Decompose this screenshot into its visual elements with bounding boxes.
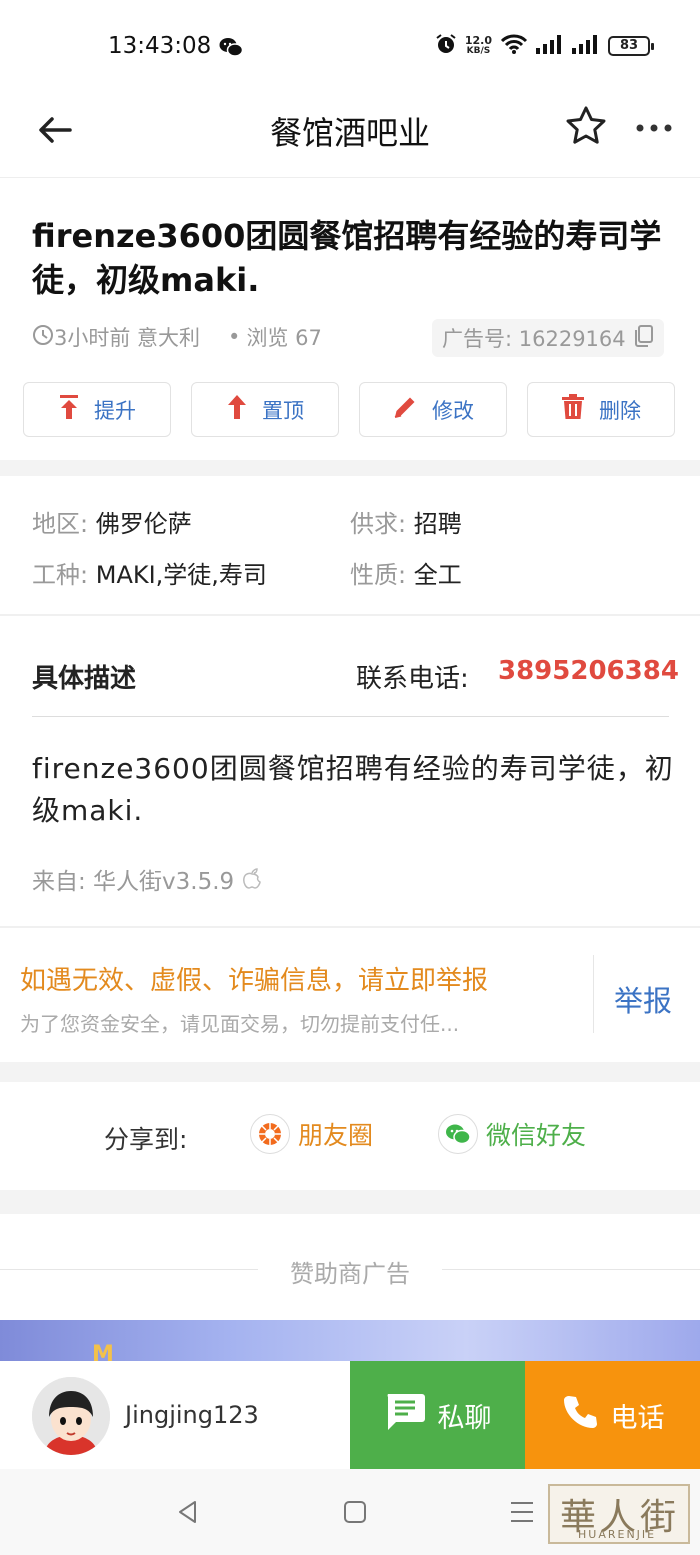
site-watermark: 華人街 HUARENJIE <box>548 1484 690 1544</box>
clock-icon <box>32 324 54 351</box>
post-time-location: 3小时前 意大利 <box>54 326 201 350</box>
share-moments-label: 朋友圈 <box>298 1121 374 1150</box>
system-home-icon[interactable] <box>342 1499 368 1525</box>
nature-label: 性质: <box>350 561 407 589</box>
sponsor-line-right <box>442 1269 700 1270</box>
promote-icon <box>58 394 80 425</box>
ad-number[interactable]: 广告号: 16229164 <box>432 319 664 357</box>
info-region: 地区: 佛罗伦萨 <box>32 504 192 539</box>
phone-number-link[interactable]: 3895206384 <box>498 656 679 686</box>
post-views: 浏览 67 <box>246 326 322 350</box>
battery-indicator: 83 <box>608 36 654 56</box>
delete-button[interactable]: 删除 <box>527 382 675 437</box>
top-nav: 餐馆酒吧业 <box>0 92 700 178</box>
section-divider <box>0 1062 700 1082</box>
promote-button[interactable]: 提升 <box>23 382 171 437</box>
network-speed: 12.0 KB/S <box>465 35 492 57</box>
signal-icon <box>536 34 564 58</box>
sponsor-header: 赞助商广告 <box>0 1254 700 1288</box>
description-divider <box>32 716 669 717</box>
private-chat-label: 私聊 <box>437 1402 492 1434</box>
report-subtext: 为了您资金安全，请见面交易，切勿提前支付任... <box>20 1012 460 1036</box>
watermark-en: HUARENJIE <box>578 1528 657 1541</box>
more-icon[interactable] <box>632 106 676 150</box>
sponsor-label: 赞助商广告 <box>290 1260 410 1288</box>
supply-label: 供求: <box>350 510 407 538</box>
share-label: 分享到: <box>104 1125 188 1154</box>
share-wechat-button[interactable]: 微信好友 <box>438 1114 586 1154</box>
info-nature: 性质: 全工 <box>350 555 462 590</box>
edit-button[interactable]: 修改 <box>359 382 507 437</box>
bottom-bar: Jingjing123 私聊 电话 <box>0 1361 700 1469</box>
description-heading: 具体描述 <box>32 664 137 694</box>
username[interactable]: Jingjing123 <box>125 1401 259 1429</box>
trash-icon <box>561 394 585 425</box>
phone-label: 联系电话: <box>356 664 469 694</box>
report-divider <box>593 955 594 1033</box>
region-value: 佛罗伦萨 <box>95 510 192 538</box>
call-button[interactable]: 电话 <box>525 1361 700 1469</box>
pin-top-button[interactable]: 置顶 <box>191 382 339 437</box>
ad-number-text: 广告号: 16229164 <box>442 327 626 351</box>
action-buttons: 提升 置顶 修改 删除 <box>23 382 675 437</box>
arrow-up-icon <box>226 394 248 425</box>
call-label: 电话 <box>610 1402 665 1434</box>
status-time: 13:43:08 <box>108 33 212 59</box>
supply-value: 招聘 <box>413 510 462 538</box>
wifi-icon <box>500 33 528 59</box>
alarm-icon <box>435 33 457 59</box>
pencil-icon <box>392 394 418 425</box>
system-menu-icon[interactable] <box>508 1499 536 1525</box>
wechat-notification-icon <box>219 36 244 62</box>
post-meta: 3小时前 意大利 • 浏览 67 <box>32 322 322 352</box>
apple-icon <box>242 868 262 895</box>
favorite-star-icon[interactable] <box>564 104 608 148</box>
job-value: MAKI,学徒,寿司 <box>95 561 267 589</box>
region-label: 地区: <box>32 510 89 538</box>
info-supply: 供求: 招聘 <box>350 504 462 539</box>
copy-icon[interactable] <box>634 324 654 352</box>
pin-top-label: 置顶 <box>262 398 304 423</box>
delete-label: 删除 <box>599 398 641 423</box>
chat-bubble-icon <box>384 1392 426 1439</box>
private-chat-button[interactable]: 私聊 <box>350 1361 525 1469</box>
post-title: firenze3600团圆餐馆招聘有经验的寿司学徒，初级maki. <box>32 217 662 299</box>
section-divider <box>0 1190 700 1214</box>
section-divider <box>0 460 700 476</box>
report-warning: 如遇无效、虚假、诈骗信息，请立即举报 <box>20 966 489 996</box>
status-right: 12.0 KB/S 83 <box>435 33 654 59</box>
speed-value: 12.0 <box>464 34 492 47</box>
section-divider <box>0 926 700 928</box>
edit-label: 修改 <box>432 398 474 423</box>
report-button[interactable]: 举报 <box>614 978 672 1020</box>
status-bar: 13:43:08 12.0 KB/S 83 <box>0 0 700 92</box>
share-moments-button[interactable]: 朋友圈 <box>250 1114 373 1154</box>
source-info: 来自: 华人街v3.5.9 <box>32 862 262 896</box>
avatar[interactable] <box>32 1377 110 1455</box>
section-divider <box>0 614 700 616</box>
phone-icon <box>561 1393 599 1438</box>
meta-dot: • <box>228 325 241 349</box>
wechat-icon <box>438 1114 478 1154</box>
speed-unit: KB/S <box>466 46 491 56</box>
description-text: firenze3600团圆餐馆招聘有经验的寿司学徒，初级maki. <box>32 752 674 827</box>
promote-label: 提升 <box>94 398 136 423</box>
source-text: 来自: 华人街v3.5.9 <box>32 869 235 895</box>
info-job: 工种: MAKI,学徒,寿司 <box>32 555 267 590</box>
moments-icon <box>250 1114 290 1154</box>
sponsor-banner[interactable]: M <box>0 1320 700 1367</box>
share-wechat-label: 微信好友 <box>486 1121 587 1150</box>
system-back-icon[interactable] <box>175 1499 201 1525</box>
nature-value: 全工 <box>413 561 462 589</box>
signal-icon-2 <box>572 34 600 58</box>
job-label: 工种: <box>32 561 89 589</box>
